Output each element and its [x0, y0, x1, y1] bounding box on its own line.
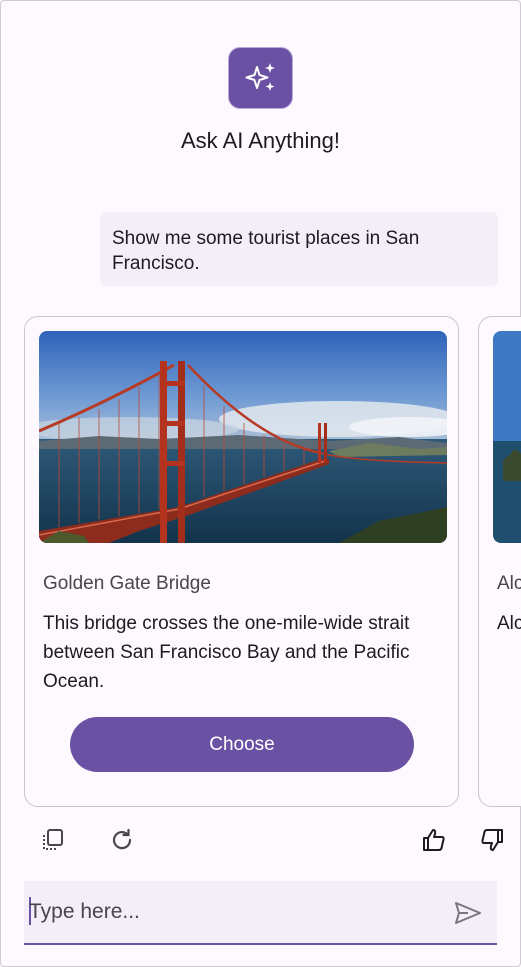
- message-input[interactable]: [29, 891, 439, 933]
- suggestion-carousel[interactable]: Golden Gate Bridge This bridge crosses t…: [0, 316, 521, 809]
- place-description: Alc isla: [497, 613, 521, 634]
- thumbs-down-icon[interactable]: [478, 826, 506, 854]
- sparkle-icon: [245, 63, 275, 91]
- place-photo: [493, 331, 521, 543]
- copy-icon[interactable]: [39, 826, 67, 854]
- place-card[interactable]: Golden Gate Bridge This bridge crosses t…: [24, 316, 459, 807]
- thumbs-up-icon[interactable]: [420, 826, 448, 854]
- place-card[interactable]: Alc Alc isla: [478, 316, 521, 807]
- choose-button[interactable]: Choose: [70, 717, 414, 772]
- place-photo: [39, 331, 447, 543]
- user-message-bubble: Show me some tourist places in San Franc…: [100, 212, 498, 286]
- place-description: This bridge crosses the one-mile-wide st…: [43, 613, 410, 692]
- page-title: Ask AI Anything!: [181, 128, 340, 153]
- refresh-icon[interactable]: [108, 826, 136, 854]
- app-logo: [228, 47, 293, 109]
- place-title: Golden Gate Bridge: [43, 573, 211, 594]
- message-composer[interactable]: [24, 881, 497, 945]
- place-title: Alc: [497, 573, 521, 594]
- send-icon[interactable]: [454, 901, 482, 925]
